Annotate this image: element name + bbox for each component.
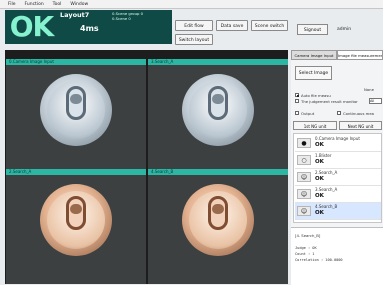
flow-item-status: OK: [315, 142, 324, 148]
detail-title: [4. Search_B]: [295, 233, 321, 238]
flow-item-name: 2.Search_A: [315, 170, 338, 175]
flow-list: ● 0.Camera Image Input OK ○ 1.Blister OK…: [293, 133, 382, 223]
pane-title: 2.Search_A: [6, 169, 146, 175]
scene-label: 0.Scene 0: [112, 16, 131, 21]
search-icon: ☺: [297, 172, 311, 182]
can-image: [182, 74, 254, 146]
auto-measure-label: Auto file measu: [301, 93, 331, 98]
search-icon: ☺: [297, 189, 311, 199]
judge-select[interactable]: All: [369, 98, 382, 104]
detail-line: Count : 1: [295, 252, 315, 256]
flow-item-name: 0.Camera Image Input: [315, 136, 360, 141]
flow-item[interactable]: ☺ 3.Search_A OK: [295, 186, 381, 203]
status-panel: Layout7 0.Scene group 0 0.Scene 0 4ms: [58, 10, 172, 44]
none-label: None: [364, 87, 374, 92]
tab-camera-image-input[interactable]: Camera Image Input: [291, 50, 337, 60]
menu-bar: File Function Tool Window: [0, 0, 383, 9]
can-image: [40, 74, 112, 146]
user-name: admin: [337, 27, 352, 32]
can-image: [182, 184, 254, 256]
menu-function[interactable]: Function: [25, 2, 44, 7]
image-pane[interactable]: 4.Search_B: [148, 169, 288, 284]
overall-judgement: OK: [5, 10, 58, 44]
edit-flow-button[interactable]: Edit flow: [175, 20, 213, 31]
detail-line: Correlation : 100.0000: [295, 258, 343, 262]
menu-file[interactable]: File: [8, 2, 16, 7]
flow-item-status: OK: [315, 193, 324, 199]
can-image: [40, 184, 112, 256]
menu-window[interactable]: Window: [70, 2, 88, 7]
menu-tool[interactable]: Tool: [53, 2, 62, 7]
select-image-button[interactable]: Select Image: [295, 66, 332, 80]
flow-item-status: OK: [315, 159, 324, 165]
flow-item[interactable]: ○ 1.Blister OK: [295, 152, 381, 169]
layout-name: Layout7: [60, 11, 90, 19]
output-checkbox[interactable]: [295, 111, 299, 115]
scene-info: 0.Scene group 0 0.Scene 0: [112, 11, 143, 21]
detail-line: Judge : OK: [295, 246, 317, 250]
tab-bar: Camera Image Input Image file measuremen…: [291, 50, 383, 60]
continuous-checkbox[interactable]: [337, 111, 341, 115]
search-icon: ☺: [297, 206, 311, 216]
pane-title: 0.Camera Image Input: [6, 59, 146, 65]
image-pane[interactable]: 3.Search_A: [148, 59, 288, 174]
first-ng-unit-button[interactable]: 1st NG unit: [293, 121, 337, 130]
image-workspace: 0.Camera Image Input 3.Search_A 2.Search…: [5, 50, 288, 284]
flow-item-name: 1.Blister: [315, 153, 332, 158]
next-ng-unit-button[interactable]: Next NG unit: [339, 121, 382, 130]
processing-time: 4ms: [80, 24, 99, 33]
image-pane[interactable]: 2.Search_A: [6, 169, 146, 284]
judge-monitor-checkbox[interactable]: [295, 99, 299, 103]
camera-icon: ●: [297, 138, 311, 148]
judge-monitor-label: The judgement result monitor: [301, 99, 358, 104]
glasses-icon: ○: [297, 155, 311, 165]
detail-panel: [4. Search_B] Judge : OK Count : 1 Corre…: [291, 227, 383, 285]
signout-button[interactable]: Signout: [297, 24, 328, 35]
pane-title: 4.Search_B: [148, 169, 288, 175]
image-pane[interactable]: 0.Camera Image Input: [6, 59, 146, 174]
pane-title: 3.Search_A: [148, 59, 288, 65]
data-save-button[interactable]: Data save: [216, 20, 248, 31]
flow-item-status: OK: [315, 210, 324, 216]
continuous-label: Continuous mea: [343, 111, 375, 116]
flow-item[interactable]: ● 0.Camera Image Input OK: [295, 135, 381, 152]
scene-switch-button[interactable]: Scene switch: [251, 20, 288, 31]
flow-item[interactable]: ☺ 4.Search_B OK: [295, 203, 381, 220]
tab-image-file-measurement[interactable]: Image file measurement: [337, 50, 383, 60]
switch-layout-button[interactable]: Switch layout: [175, 34, 213, 45]
flow-item-status: OK: [315, 176, 324, 182]
auto-measure-checkbox[interactable]: [295, 93, 299, 97]
flow-item-name: 4.Search_B: [315, 204, 338, 209]
flow-item-name: 3.Search_A: [315, 187, 338, 192]
right-panel: Camera Image Input Image file measuremen…: [291, 50, 383, 285]
output-label: Output: [301, 111, 315, 116]
flow-item[interactable]: ☺ 2.Search_A OK: [295, 169, 381, 186]
